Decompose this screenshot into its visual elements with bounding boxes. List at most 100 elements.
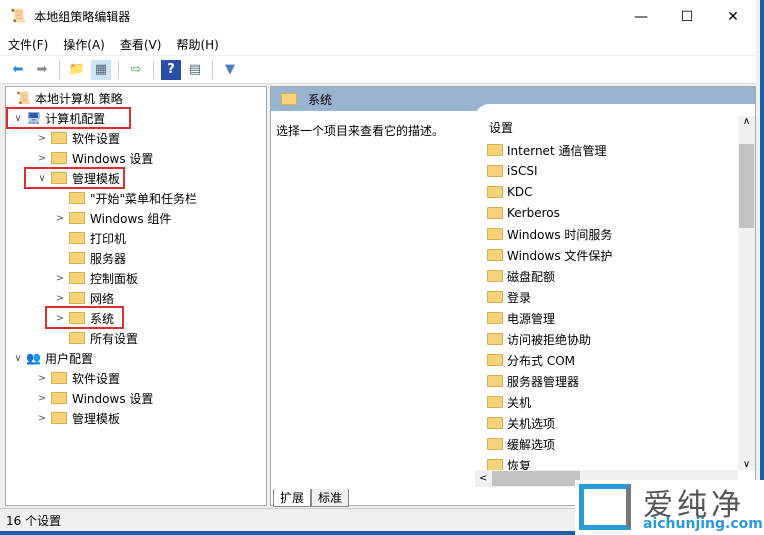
show-action-pane-icon[interactable]: ▤ [185,60,205,80]
menu-help[interactable]: 帮助(H) [176,36,218,53]
separator [212,60,213,79]
folder-icon [487,165,503,177]
folder-icon [69,212,85,224]
scrollbar-thumb[interactable] [739,144,754,228]
user-icon: 👥 [26,351,41,365]
list-item[interactable]: KDC [487,182,533,202]
tree-item[interactable]: > 网络 [54,288,114,308]
folder-icon [51,372,67,384]
tree-item[interactable]: > 控制面板 [54,268,138,288]
list-item[interactable]: 关机 [487,392,531,412]
folder-icon [51,132,67,144]
chevron-right-icon[interactable]: > [36,393,48,404]
status-text: 16 个设置 [6,513,62,528]
tree-item-label: 管理模板 [72,411,121,426]
maximize-button[interactable]: ☐ [664,0,710,33]
list-item-label: Kerberos [507,206,560,220]
help-icon[interactable]: ? [161,59,181,80]
list-item[interactable]: iSCSI [487,161,538,181]
chevron-right-icon[interactable]: > [54,213,66,224]
tree-item[interactable]: > Windows 设置 [36,148,154,168]
column-header-settings[interactable]: 设置 [489,119,513,136]
separator [153,60,154,79]
chevron-right-icon[interactable]: > [36,373,48,384]
tree-item[interactable]: > Windows 设置 [36,388,154,408]
vertical-scrollbar[interactable]: ∧ ∨ [738,116,755,470]
close-button[interactable]: ✕ [710,0,756,33]
folder-icon [69,292,85,304]
list-item-label: 访问被拒绝协助 [507,332,592,347]
filter-icon[interactable]: ▼ [220,60,240,80]
folder-icon [69,332,85,344]
chevron-down-icon[interactable]: ∨ [12,353,24,364]
tree-pane[interactable]: 📜 本地计算机 策略 ∨ 🖥 计算机配置 > 软件设置 > Windows 设置 ∨ 管理模板 "开始… [5,86,267,506]
folder-icon [487,207,503,219]
tree-item[interactable]: 打印机 [54,228,126,248]
export-list-icon[interactable]: ⇨ [126,60,146,80]
chevron-right-icon[interactable]: > [36,413,48,424]
highlight-box [6,107,131,129]
menu-view[interactable]: 查看(V) [120,36,162,53]
window-title: 本地组策略编辑器 [34,10,131,24]
up-folder-icon[interactable]: 📁 [67,60,87,80]
tree-item[interactable]: > 管理模板 [36,408,120,428]
highlight-box [45,306,124,329]
tree-item[interactable]: "开始"菜单和任务栏 [54,188,197,208]
list-item-label: 服务器管理器 [507,374,580,389]
chevron-right-icon[interactable]: > [36,133,48,144]
list-item[interactable]: Kerberos [487,203,560,223]
window: 📜 本地组策略编辑器 — ☐ ✕ 文件(F) 操作(A) 查看(V) 帮助(H)… [0,0,764,535]
list-item[interactable]: 缓解选项 [487,434,555,454]
back-icon[interactable]: ⬅ [8,60,28,80]
list-item-label: Windows 文件保护 [507,248,613,263]
watermark-logo: 爱纯净 aichunjing.com [575,480,764,535]
chevron-right-icon[interactable]: > [54,293,66,304]
folder-icon [487,375,503,387]
tree-item[interactable]: > Windows 组件 [54,208,172,228]
list-item[interactable]: 分布式 COM [487,350,575,370]
list-item[interactable]: 电源管理 [487,308,555,328]
list-item[interactable]: 关机选项 [487,413,555,433]
chevron-right-icon[interactable]: > [54,273,66,284]
tree-item-label: 服务器 [90,251,127,266]
highlight-box [24,167,125,189]
list-item[interactable]: 登录 [487,287,531,307]
folder-icon [487,312,503,324]
tree-item[interactable]: 服务器 [54,248,126,268]
folder-icon [281,93,297,105]
list-item-label: 关机 [507,395,532,410]
chevron-right-icon[interactable]: > [36,153,48,164]
minimize-button[interactable]: — [618,0,664,33]
folder-icon [69,192,85,204]
tree-item-label: 用户配置 [44,351,93,366]
show-hide-tree-icon[interactable]: ▦ [91,59,111,80]
tab-standard[interactable]: 标准 [311,489,350,507]
tree-item[interactable]: ∨ 👥 用户配置 [12,348,93,368]
scrollbar-thumb[interactable] [492,471,580,486]
folder-icon [487,249,503,261]
list-item[interactable]: Internet 通信管理 [487,140,606,160]
tree-item-label: 控制面板 [90,271,139,286]
folder-icon [69,252,85,264]
list-item-label: 分布式 COM [507,353,575,368]
list-item[interactable]: Windows 时间服务 [487,224,612,244]
app-icon: 📜 [10,9,27,24]
list-item[interactable]: 磁盘配额 [487,266,555,286]
tree-item-label: Windows 组件 [90,211,172,226]
menu-bar: 文件(F) 操作(A) 查看(V) 帮助(H) [0,33,756,55]
tree-item[interactable]: 所有设置 [54,328,138,348]
tree-item[interactable]: > 软件设置 [36,368,120,388]
tab-extended[interactable]: 扩展 [273,489,312,507]
menu-file[interactable]: 文件(F) [8,36,48,53]
list-item[interactable]: Windows 文件保护 [487,245,612,265]
list-item[interactable]: 服务器管理器 [487,371,579,391]
forward-icon[interactable]: ➡ [32,60,52,80]
list-item-label: 登录 [507,290,532,305]
tree-item[interactable]: 📜 本地计算机 策略 [12,88,123,108]
tree-item[interactable]: > 软件设置 [36,128,120,148]
list-item-label: 磁盘配额 [507,269,556,284]
tree-item-label: "开始"菜单和任务栏 [90,191,198,206]
details-pane: 系统 选择一个项目来查看它的描述。 设置 Internet 通信管理 iSCSI K… [270,86,756,506]
list-item[interactable]: 访问被拒绝协助 [487,329,591,349]
menu-action[interactable]: 操作(A) [63,36,105,53]
